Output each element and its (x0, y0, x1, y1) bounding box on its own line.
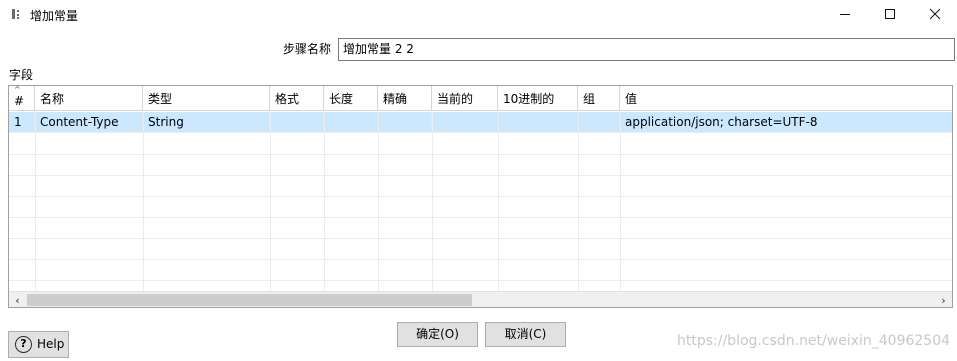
sort-up-icon: ^ (14, 85, 21, 94)
column-header-decimal[interactable]: 10进制的 (498, 86, 578, 111)
column-header-index[interactable]: ^ # (9, 86, 35, 111)
minimize-icon (840, 14, 850, 15)
column-header-value[interactable]: 值 (620, 86, 952, 111)
column-header-type[interactable]: 类型 (143, 86, 270, 111)
column-header-length[interactable]: 长度 (324, 86, 378, 111)
scroll-thumb[interactable] (27, 294, 472, 306)
step-name-input[interactable]: 增加常量 2 2 (338, 38, 955, 61)
window-title: 增加常量 (30, 9, 79, 23)
column-header-precision[interactable]: 精确 (378, 86, 432, 111)
maximize-icon (885, 9, 895, 19)
title-bar: 增加常量 (0, 0, 957, 30)
ok-button[interactable]: 确定(O) (397, 322, 478, 347)
column-gridlines (35, 112, 621, 293)
column-header-name[interactable]: 名称 (35, 86, 143, 111)
close-button[interactable] (912, 0, 957, 28)
column-header-currency[interactable]: 当前的 (432, 86, 498, 111)
cancel-button[interactable]: 取消(C) (485, 322, 566, 347)
kettle-step-icon (12, 9, 19, 19)
scroll-right-arrow-icon[interactable]: › (935, 292, 952, 307)
maximize-button[interactable] (867, 0, 913, 28)
column-header-group[interactable]: 组 (578, 86, 620, 111)
help-button[interactable]: ? Help (8, 331, 69, 358)
scroll-left-arrow-icon[interactable]: ‹ (9, 292, 26, 307)
minimize-button[interactable] (822, 0, 868, 28)
table-body: 1 Content-Type String application/json; … (9, 112, 952, 302)
step-name-label: 步骤名称 (283, 42, 332, 56)
watermark: https://blog.csdn.net/weixin_40962504 (677, 333, 951, 349)
help-icon: ? (15, 336, 32, 353)
column-header-format[interactable]: 格式 (270, 86, 324, 111)
table-header: ^ # 名称 类型 格式 长度 精确 当前的 10进制的 组 值 (9, 86, 952, 111)
horizontal-scrollbar[interactable]: ‹ › (9, 291, 952, 307)
close-icon (929, 8, 941, 20)
fields-table: ^ # 名称 类型 格式 长度 精确 当前的 10进制的 组 值 1 Conte… (8, 85, 953, 308)
help-label: Help (37, 337, 65, 351)
fields-label: 字段 (9, 68, 34, 82)
